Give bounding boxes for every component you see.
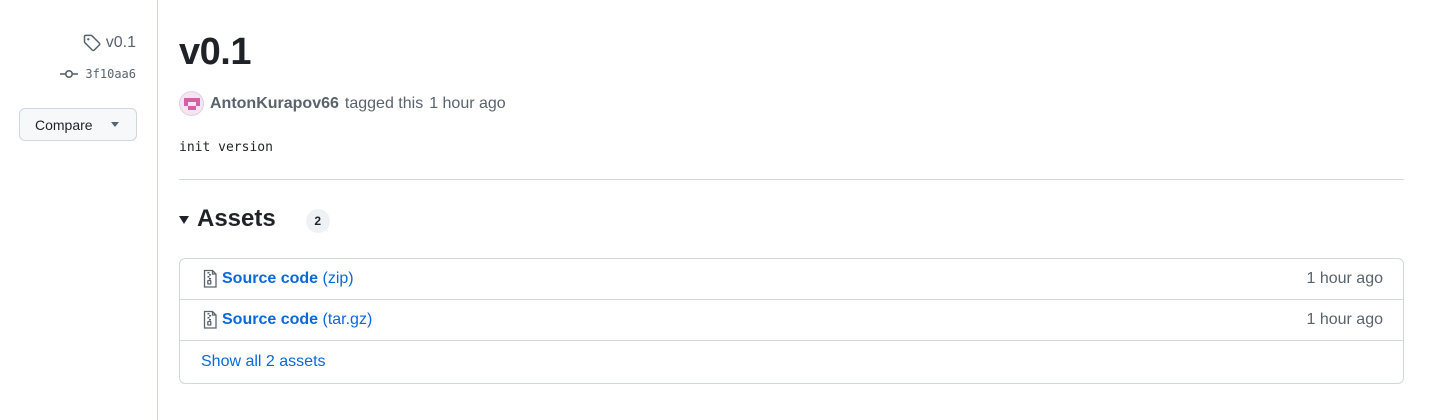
asset-format: (tar.gz): [322, 311, 373, 328]
chevron-down-icon: [110, 122, 119, 127]
asset-time: 1 hour ago: [1306, 311, 1383, 328]
triangle-down-icon: [179, 216, 189, 224]
file-zip-icon: [203, 310, 217, 329]
release-title[interactable]: v0.1: [179, 28, 251, 76]
git-commit-icon: [60, 70, 79, 79]
asset-format: (zip): [322, 270, 354, 287]
identicon-icon: [184, 98, 200, 110]
file-zip-icon: [203, 269, 217, 288]
tagged-text: tagged this: [344, 94, 424, 112]
author-link[interactable]: AntonKurapov66: [210, 95, 339, 113]
tag-name: v0.1: [105, 34, 136, 51]
avatar[interactable]: [179, 91, 204, 116]
show-all-assets-link[interactable]: Show all 2 assets: [180, 341, 1403, 383]
compare-button[interactable]: Compare: [19, 108, 137, 141]
assets-heading: Assets: [197, 205, 276, 232]
asset-row-targz[interactable]: Source code (tar.gz) 1 hour ago: [180, 300, 1403, 341]
assets-list: Source code (zip) 1 hour ago Source code…: [179, 258, 1404, 384]
asset-link[interactable]: Source code (zip): [222, 270, 354, 288]
asset-time: 1 hour ago: [1306, 270, 1383, 287]
divider: [179, 179, 1404, 180]
tagged-time: 1 hour ago: [429, 94, 506, 112]
tag-icon: [83, 34, 101, 52]
release-meta: AntonKurapov66 tagged this 1 hour ago: [179, 91, 506, 116]
release-notes: init version: [179, 140, 273, 155]
asset-name: Source code: [222, 270, 319, 287]
release-sidebar: v0.1 3f10aa6 Compare: [0, 0, 158, 420]
asset-link[interactable]: Source code (tar.gz): [222, 311, 372, 329]
assets-count-badge: 2: [305, 209, 330, 233]
assets-toggle[interactable]: Assets 2: [179, 205, 330, 233]
asset-name: Source code: [222, 311, 319, 328]
commit-link[interactable]: 3f10aa6: [59, 66, 136, 82]
commit-sha: 3f10aa6: [85, 67, 136, 81]
asset-row-zip[interactable]: Source code (zip) 1 hour ago: [180, 259, 1403, 300]
compare-label: Compare: [35, 116, 93, 133]
tag-link[interactable]: v0.1: [82, 33, 136, 53]
